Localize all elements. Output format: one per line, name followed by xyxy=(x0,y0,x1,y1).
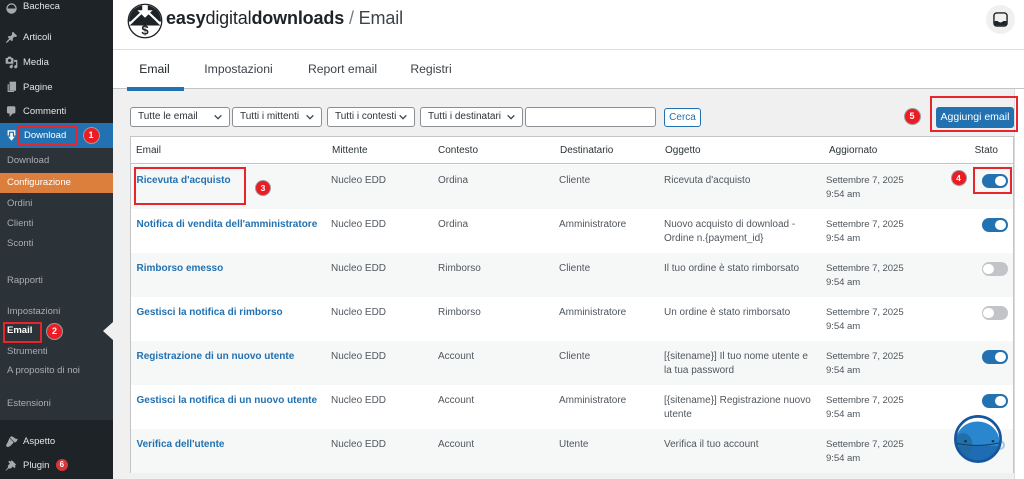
svg-text:$: $ xyxy=(141,23,149,38)
